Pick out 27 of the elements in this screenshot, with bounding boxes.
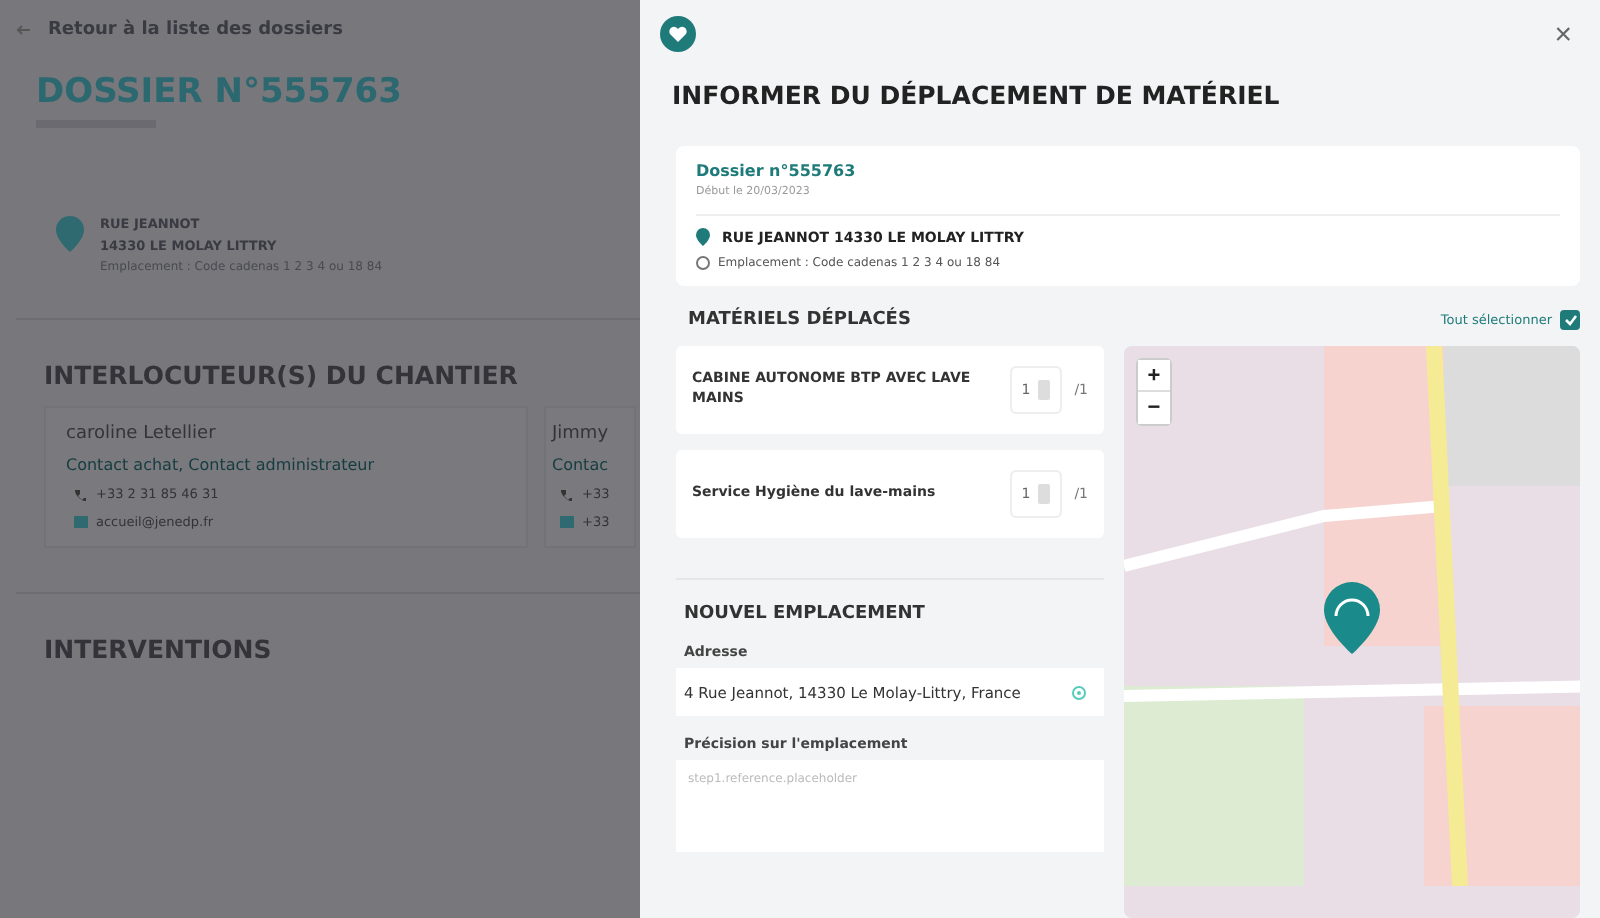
envelope-icon: [560, 516, 574, 528]
info-icon: [696, 256, 710, 270]
section-heading: MATÉRIELS DÉPLACÉS: [688, 310, 911, 330]
phone-icon: [74, 487, 88, 501]
phone-icon: [560, 487, 574, 501]
contact-roles: Contact achat, Contact administrateur: [66, 456, 377, 474]
dossier-title: DOSSIER N°555763: [36, 72, 404, 112]
checkmark-icon: [1563, 314, 1577, 326]
location-pin-icon: [696, 228, 710, 246]
section-heading: INTERLOCUTEUR(S) DU CHANTIER: [44, 360, 520, 390]
locate-icon[interactable]: [1070, 683, 1088, 701]
contact-name: caroline Letellier: [66, 424, 218, 444]
close-button[interactable]: ×: [1546, 17, 1580, 51]
map-panel[interactable]: + −: [1124, 346, 1580, 918]
contact-roles: Contac: [552, 456, 610, 474]
section-heading: INTERVENTIONS: [44, 634, 274, 664]
dossier-number: Dossier n°555763: [696, 162, 858, 180]
zoom-in-button[interactable]: +: [1138, 360, 1170, 392]
heart-logo-icon: [660, 16, 696, 52]
map-marker-icon: [1324, 582, 1380, 654]
checkbox[interactable]: [1560, 310, 1580, 330]
location-pin-icon: [56, 216, 84, 252]
modal-title: INFORMER DU DÉPLACEMENT DE MATÉRIEL: [672, 80, 1282, 110]
contact-name: Jimmy: [552, 424, 611, 444]
section-heading: NOUVEL EMPLACEMENT: [684, 604, 927, 624]
envelope-icon: [74, 516, 88, 528]
arrow-left-icon: [16, 24, 32, 36]
